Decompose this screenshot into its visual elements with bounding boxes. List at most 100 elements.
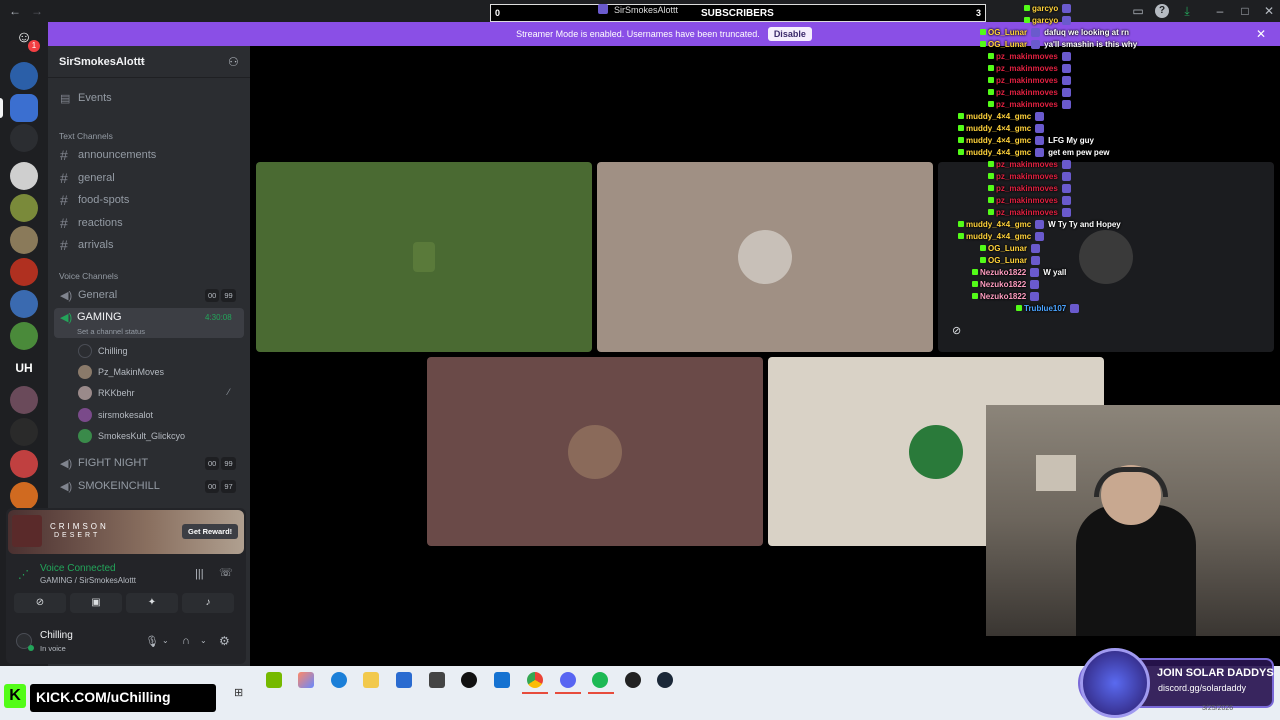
chat-username: pz_makinmoves [996,63,1058,73]
kick-badge-icon [1016,305,1022,311]
voice-user-pz[interactable]: Pz_MakinMoves [78,362,164,382]
kick-badge-icon [1024,5,1030,11]
promo-art [12,515,42,547]
kick-badge-icon [988,173,994,179]
calendar-icon: ▤ [60,92,71,105]
gaming-channel-name[interactable]: GAMING [77,311,122,323]
channel-arrivals[interactable]: # arrivals [60,235,113,255]
chevron-down-icon[interactable]: ⌄ [139,55,147,66]
events-link[interactable]: ▤ Events [60,88,112,108]
text-channels-category[interactable]: Text Channels [59,131,113,141]
edge-icon[interactable] [331,672,347,688]
voice-user-name: RKKbehr [98,388,135,398]
soundboard-button[interactable]: ♪ [182,593,234,613]
server-icon-5[interactable] [10,194,38,222]
emote-icon [1035,231,1045,241]
get-reward-button[interactable]: Get Reward! [182,524,239,539]
video-tile-1[interactable] [256,162,592,352]
spotify-icon[interactable] [592,672,608,688]
chat-text: ya'll smashin is this why [1044,39,1138,49]
chat-text: W Ty Ty and Hopey [1048,219,1121,229]
disconnect-icon[interactable]: ☏ [219,566,233,579]
discord-taskbar-icon[interactable] [560,672,576,688]
download-icon[interactable]: ⤓ [1180,4,1194,18]
self-username[interactable]: Chilling [40,630,73,641]
voice-user-rkk[interactable]: RKKbehr [78,383,135,403]
server-icon-13[interactable] [10,482,38,510]
voice-channel-label: SMOKEINCHILL [78,480,160,492]
copilot-icon[interactable] [298,672,314,688]
smokeinchill-limit: 00 97 [205,480,236,493]
voice-status[interactable]: Voice Connected [40,563,116,574]
server-icon-4[interactable] [10,162,38,190]
activities-button[interactable]: ✦ [126,593,178,613]
server-icon-uh[interactable]: UH [10,354,38,382]
server-icon-9[interactable] [10,322,38,350]
chat-message: pz_makinmoves [988,182,1075,194]
chat-message: muddy_4×4_gmc [958,110,1048,122]
chat-message: muddy_4×4_gmc get em pew pew [958,146,1110,158]
chat-message: garcyo [1024,14,1075,26]
steam-icon[interactable] [657,672,673,688]
server-icon-3[interactable] [10,124,38,152]
mic-icon[interactable]: 🎙 [145,635,159,648]
chrome-icon[interactable] [527,672,543,688]
chat-message: muddy_4×4_gmc [958,122,1048,134]
minimize-icon[interactable]: – [1213,4,1227,18]
server-icon-6[interactable] [10,226,38,254]
kick-badge-icon [958,137,964,143]
channel-food-spots[interactable]: # food-spots [60,190,129,210]
voice-user-sirsmokes[interactable]: sirsmokesalot [78,405,153,425]
voice-channel-path[interactable]: GAMING / SirSmokesAlottt [40,576,136,585]
camera-off-button[interactable]: ⊘ [14,593,66,613]
noise-suppression-icon[interactable]: ||| [195,568,204,580]
video-tile-2[interactable] [597,162,933,352]
server-icon-11[interactable] [10,418,38,446]
guild-name[interactable]: SirSmokesAlottt [59,56,145,68]
close-icon[interactable]: ✕ [1256,27,1266,41]
chevron-down-icon[interactable]: ⌄ [162,636,169,645]
disable-button[interactable]: Disable [767,27,812,41]
maximize-icon[interactable]: □ [1238,4,1252,18]
kick-badge-icon [988,65,994,71]
kick-badge-icon [988,53,994,59]
server-icon-12[interactable] [10,450,38,478]
tiktok-icon[interactable] [461,672,477,688]
kick-badge-icon [988,185,994,191]
gear-icon[interactable]: ⚙ [219,634,230,648]
file-explorer-icon[interactable] [363,672,379,688]
back-arrow-icon[interactable]: ← [8,4,22,18]
chat-message: Nezuko1822 W yall [972,266,1066,278]
hash-icon: # [60,215,68,231]
obs-icon[interactable] [625,672,641,688]
chevron-down-icon[interactable]: ⌄ [200,636,207,645]
headphones-icon[interactable]: ∩ [182,635,190,647]
solar-link: discord.gg/solardaddy [1158,683,1247,693]
emote-icon [1035,135,1045,145]
server-icon-active[interactable] [10,94,38,122]
voice-user-name: Pz_MakinMoves [98,367,165,377]
channel-general[interactable]: # general [60,168,115,188]
task-view-icon[interactable]: ⊞ [234,686,243,699]
user-plus-icon[interactable]: ⚇ [228,55,239,69]
video-tile-4[interactable] [427,357,763,546]
app-icon-1[interactable] [429,672,445,688]
screen-share-button[interactable]: ▣ [70,593,122,613]
voice-user-chilling[interactable]: Chilling [78,341,128,361]
window-close-icon[interactable]: ✕ [1262,4,1276,18]
channel-reactions[interactable]: # reactions [60,213,123,233]
voice-user-smokeskult[interactable]: SmokesKult_Glickcyo [78,426,185,446]
server-icon-7[interactable] [10,258,38,286]
server-icon-10[interactable] [10,386,38,414]
forward-arrow-icon[interactable]: → [30,4,44,18]
channel-announcements[interactable]: # announcements [60,145,156,165]
voice-channels-category[interactable]: Voice Channels [59,271,118,281]
store-icon[interactable] [396,672,412,688]
chat-username: Trublue107 [1024,303,1067,313]
outlook-icon[interactable] [494,672,510,688]
server-icon-alpha[interactable] [10,62,38,90]
channel-label: food-spots [78,194,130,206]
server-icon-8[interactable] [10,290,38,318]
channel-status-prompt[interactable]: Set a channel status [77,327,145,336]
nvidia-icon[interactable] [266,672,282,688]
